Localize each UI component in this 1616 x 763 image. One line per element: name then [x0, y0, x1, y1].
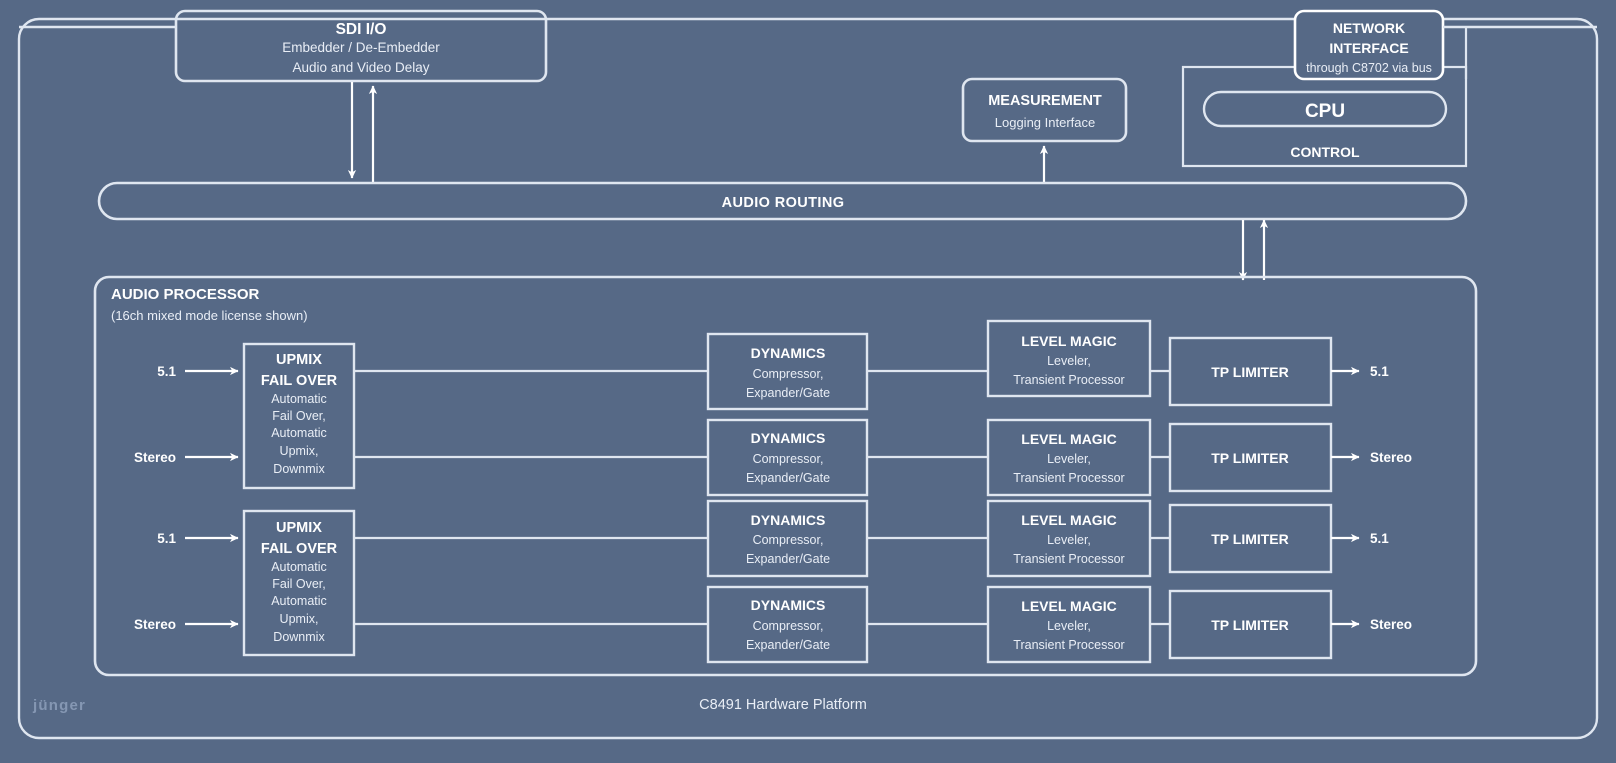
audio-processor-subtitle: (16ch mixed mode license shown)	[111, 308, 308, 323]
output-label-3: 5.1	[1370, 531, 1389, 546]
level-magic-1-title: LEVEL MAGIC	[1021, 333, 1116, 349]
input-label-2: Stereo	[134, 450, 176, 465]
level-magic-3-l2: Leveler,	[1047, 533, 1091, 547]
level-magic-4-l3: Transient Processor	[1013, 638, 1124, 652]
dynamics-1-title: DYNAMICS	[751, 345, 826, 361]
diagram-canvas: SDI I/O Embedder / De-Embedder Audio and…	[0, 0, 1616, 763]
dynamics-3-title: DYNAMICS	[751, 512, 826, 528]
network-title-line1: NETWORK	[1333, 20, 1405, 36]
output-label-1: 5.1	[1370, 364, 1389, 379]
tp-limiter-3-title: TP LIMITER	[1211, 531, 1289, 547]
dynamics-4-l3: Expander/Gate	[746, 638, 830, 652]
dynamics-1-l2: Compressor,	[753, 367, 824, 381]
upmix-2-title-line2: FAIL OVER	[261, 541, 338, 557]
upmix-2-title-line1: UPMIX	[276, 520, 322, 536]
measurement-line2: Logging Interface	[995, 115, 1095, 130]
audio-processor-title: AUDIO PROCESSOR	[111, 286, 260, 303]
dynamics-4-l2: Compressor,	[753, 619, 824, 633]
network-title-line2: INTERFACE	[1329, 40, 1408, 56]
level-magic-2-l3: Transient Processor	[1013, 471, 1124, 485]
sdi-line3: Audio and Video Delay	[292, 60, 429, 75]
upmix-1-detail-1: Automatic	[271, 392, 327, 406]
upmix-2-detail-3: Automatic	[271, 594, 327, 608]
upmix-2-detail-1: Automatic	[271, 560, 327, 574]
input-label-3: 5.1	[157, 531, 176, 546]
tp-limiter-1-title: TP LIMITER	[1211, 364, 1289, 380]
measurement-title: MEASUREMENT	[988, 93, 1102, 109]
dynamics-1-l3: Expander/Gate	[746, 386, 830, 400]
level-magic-2-title: LEVEL MAGIC	[1021, 431, 1116, 447]
level-magic-2-l2: Leveler,	[1047, 452, 1091, 466]
tp-limiter-4-title: TP LIMITER	[1211, 617, 1289, 633]
cpu-label: CPU	[1305, 101, 1345, 122]
level-magic-3-title: LEVEL MAGIC	[1021, 512, 1116, 528]
upmix-2-detail-2: Fail Over,	[272, 577, 326, 591]
input-label-1: 5.1	[157, 364, 176, 379]
junger-logo: jünger	[33, 697, 87, 714]
upmix-2-detail-5: Downmix	[273, 630, 325, 644]
sdi-line2: Embedder / De-Embedder	[282, 40, 440, 55]
dynamics-2-l2: Compressor,	[753, 452, 824, 466]
block-diagram: SDI I/O Embedder / De-Embedder Audio and…	[17, 9, 1599, 740]
upmix-1-title-line1: UPMIX	[276, 352, 322, 368]
level-magic-4-l2: Leveler,	[1047, 619, 1091, 633]
upmix-1-title-line2: FAIL OVER	[261, 373, 338, 389]
sdi-title: SDI I/O	[336, 21, 387, 38]
dynamics-2-l3: Expander/Gate	[746, 471, 830, 485]
dynamics-4-title: DYNAMICS	[751, 597, 826, 613]
upmix-2-detail-4: Upmix,	[280, 612, 319, 626]
audio-routing-label: AUDIO ROUTING	[722, 195, 845, 211]
level-magic-1-l3: Transient Processor	[1013, 373, 1124, 387]
dynamics-3-l3: Expander/Gate	[746, 552, 830, 566]
level-magic-3-l3: Transient Processor	[1013, 552, 1124, 566]
platform-caption: C8491 Hardware Platform	[699, 697, 867, 713]
input-label-4: Stereo	[134, 617, 176, 632]
output-label-4: Stereo	[1370, 617, 1412, 632]
upmix-1-detail-5: Downmix	[273, 462, 325, 476]
control-label: CONTROL	[1290, 144, 1360, 160]
network-subtitle: through C8702 via bus	[1306, 61, 1432, 75]
dynamics-2-title: DYNAMICS	[751, 430, 826, 446]
upmix-1-detail-3: Automatic	[271, 426, 327, 440]
tp-limiter-2-title: TP LIMITER	[1211, 450, 1289, 466]
level-magic-1-l2: Leveler,	[1047, 354, 1091, 368]
upmix-1-detail-2: Fail Over,	[272, 409, 326, 423]
level-magic-4-title: LEVEL MAGIC	[1021, 598, 1116, 614]
measurement-box[interactable]	[961, 77, 1128, 143]
dynamics-3-l2: Compressor,	[753, 533, 824, 547]
output-label-2: Stereo	[1370, 450, 1412, 465]
upmix-1-detail-4: Upmix,	[280, 444, 319, 458]
